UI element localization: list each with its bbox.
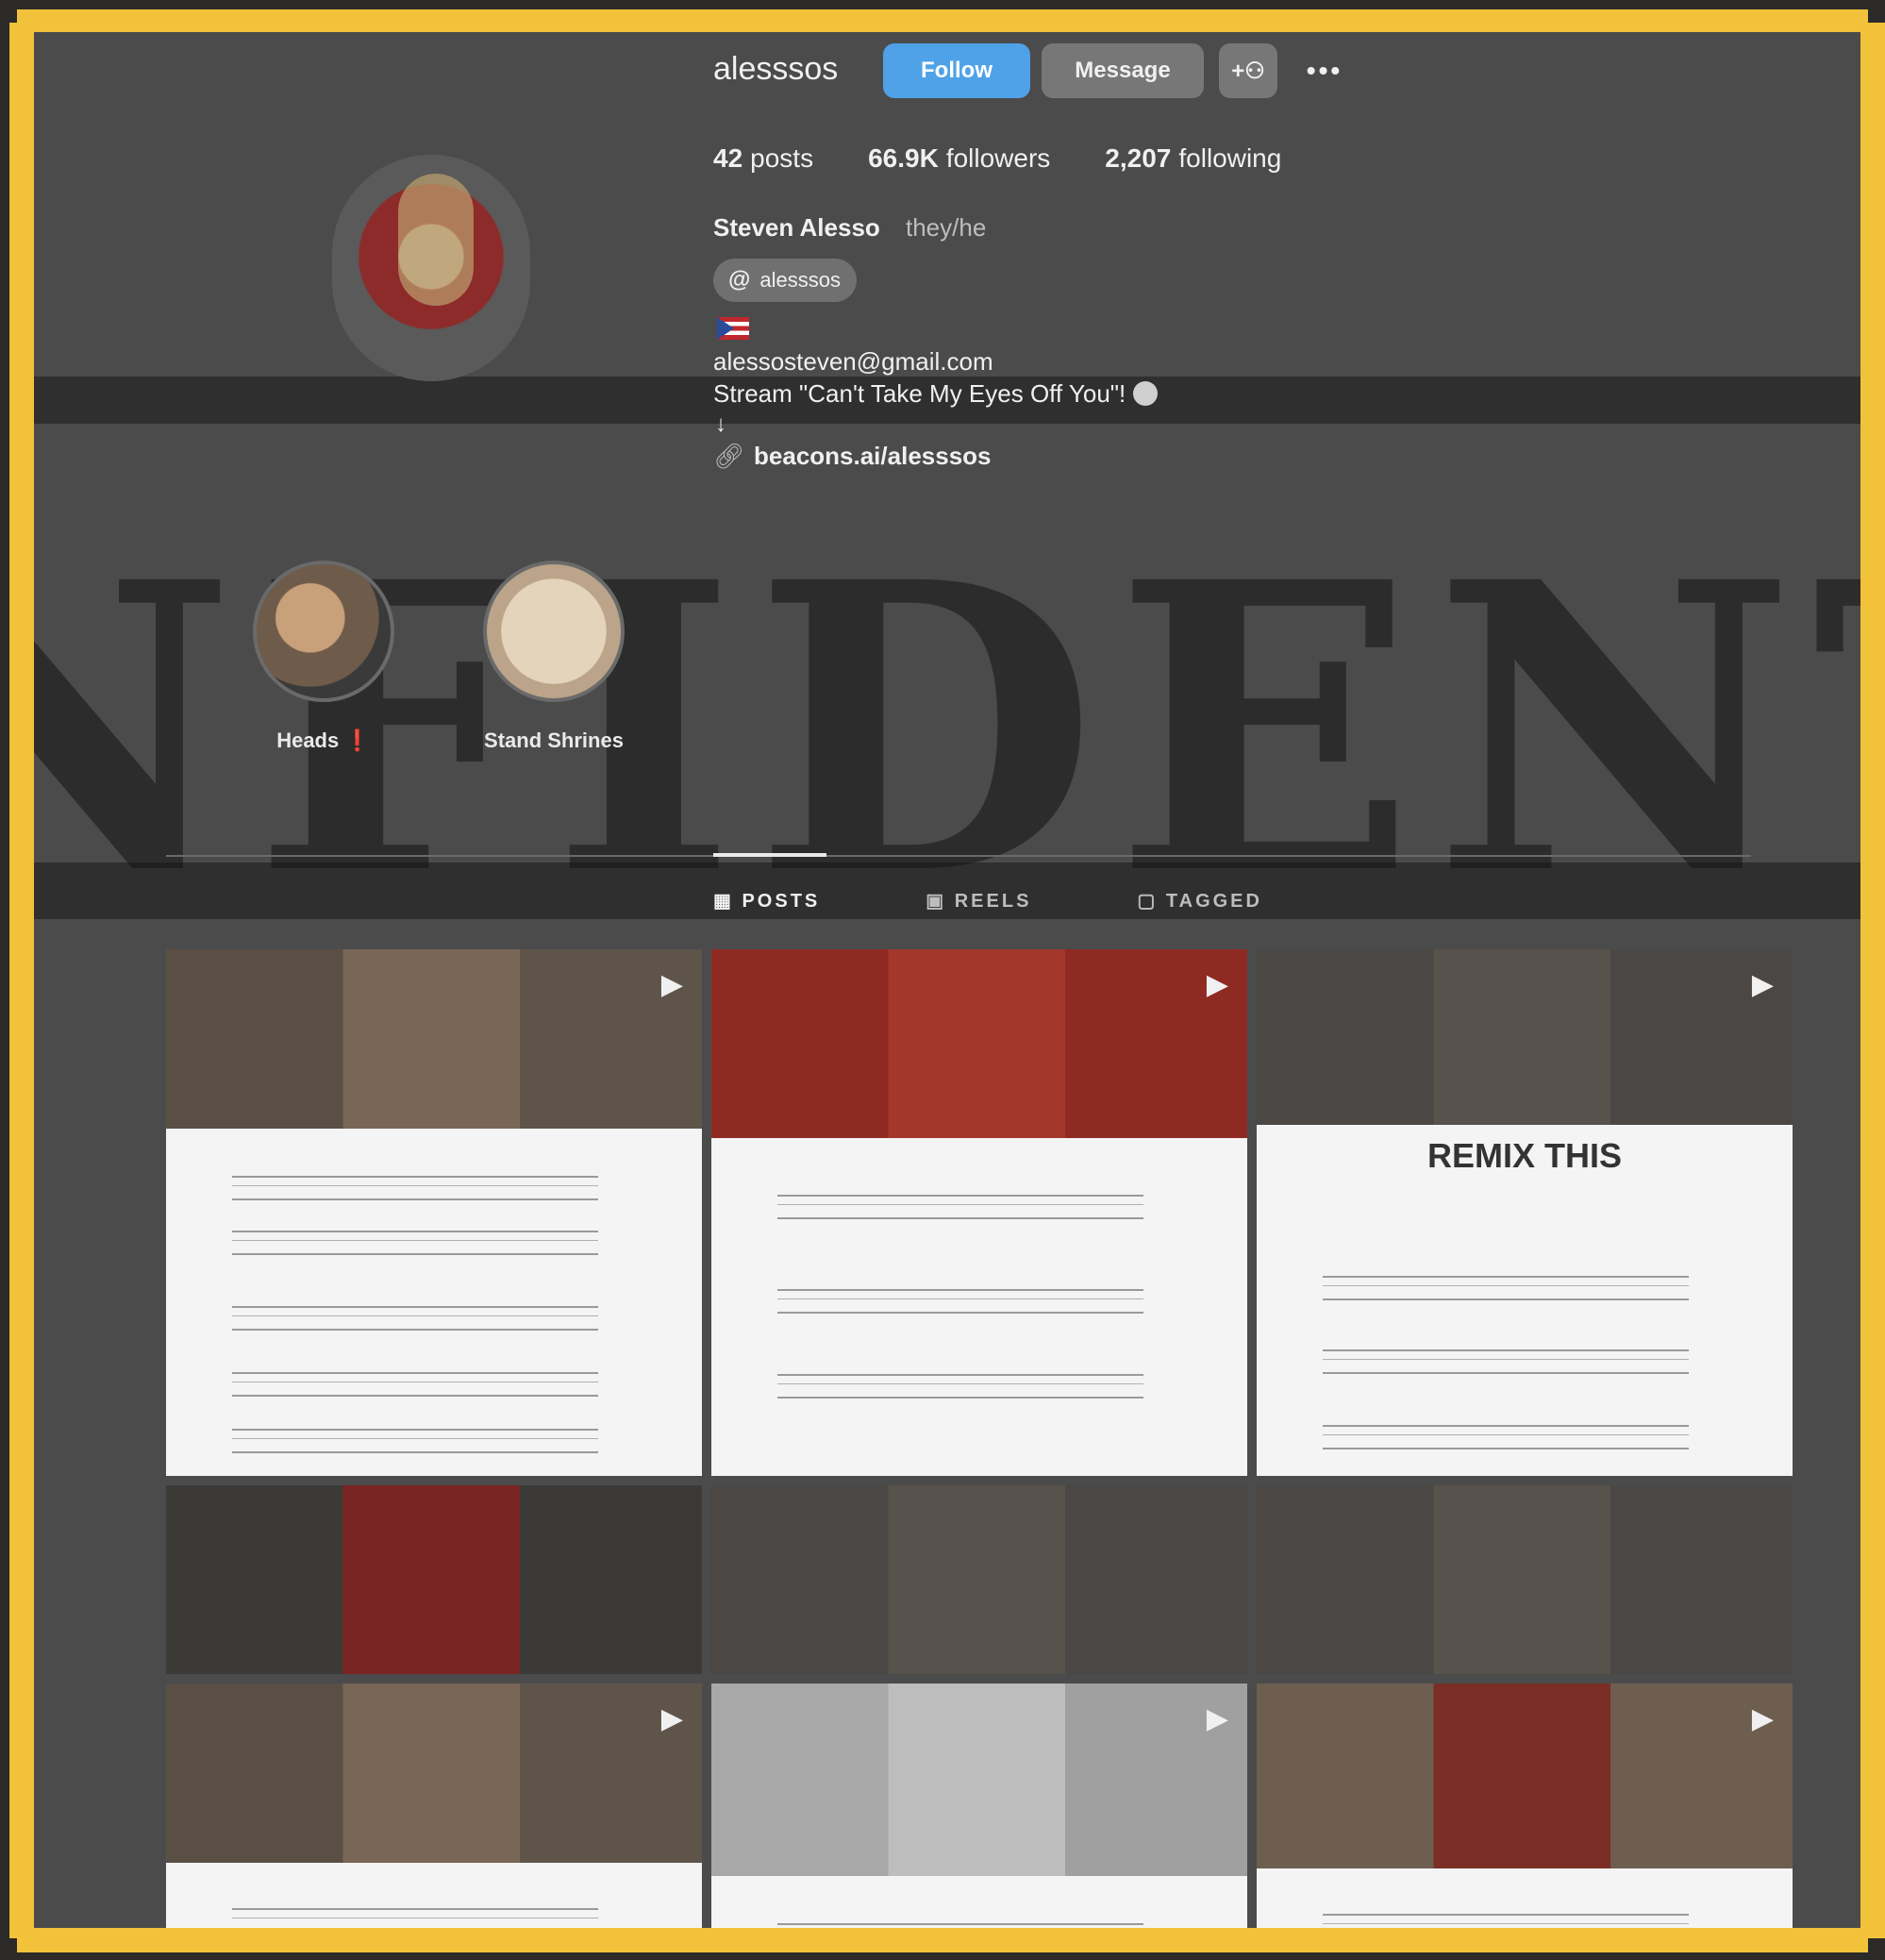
sheet-music bbox=[711, 1138, 1247, 1476]
active-tab-indicator bbox=[713, 853, 826, 857]
reel-icon: ▶ bbox=[1206, 969, 1228, 1000]
add-person-icon: +⚇ bbox=[1231, 58, 1265, 84]
post-thumbnail bbox=[711, 1684, 1247, 1876]
post-tile[interactable]: ▶ bbox=[1257, 1684, 1793, 1928]
grid-icon: ▦ bbox=[713, 891, 734, 912]
tab-tagged[interactable]: ▢ TAGGED bbox=[1137, 889, 1262, 913]
bio-email: alessosteven@gmail.com bbox=[713, 347, 993, 376]
post-tile[interactable]: ▶ bbox=[166, 1684, 702, 1928]
photo-frame: NFIDENT alesssos Follow Message +⚇ ••• 4… bbox=[0, 0, 1885, 1960]
highlight-label: Heads ❗ bbox=[276, 729, 371, 752]
tagged-icon: ▢ bbox=[1137, 891, 1159, 912]
reel-icon: ▶ bbox=[1206, 1703, 1228, 1734]
reel-icon: ▶ bbox=[1751, 969, 1774, 1000]
remix-title: REMIX THIS bbox=[1426, 1136, 1622, 1175]
frame-border-top bbox=[17, 9, 1868, 32]
sheet-music bbox=[711, 1876, 1247, 1928]
reel-icon: ▶ bbox=[660, 1703, 683, 1734]
post-thumbnail bbox=[1257, 949, 1793, 1125]
post-tile[interactable]: ▶ bbox=[166, 949, 702, 1476]
frame-border-right bbox=[1860, 23, 1885, 1938]
frame-border-left bbox=[9, 23, 34, 1938]
post-tile[interactable]: ▶ bbox=[711, 1684, 1247, 1928]
post-tile[interactable]: ▶ bbox=[711, 949, 1247, 1476]
profile-username: alesssos bbox=[713, 51, 839, 87]
follow-button[interactable]: Follow bbox=[883, 43, 1030, 98]
post-tile[interactable] bbox=[1257, 1485, 1793, 1674]
puerto-rico-flag-icon bbox=[717, 317, 749, 340]
sheet-music bbox=[166, 1863, 702, 1928]
highlight-stand-shrines[interactable]: Stand Shrines bbox=[474, 561, 634, 753]
stat-followers[interactable]: 66.9K followers bbox=[868, 143, 1050, 174]
frame-border-bottom bbox=[17, 1928, 1868, 1952]
posts-grid: ▶ ▶ REMIX THIS ▶ ▶ ▶ ▶ bbox=[166, 949, 1793, 1928]
highlight-label: Stand Shrines bbox=[484, 729, 624, 752]
profile-full-name: Steven Alesso bbox=[713, 213, 880, 242]
highlight-heads[interactable]: Heads ❗ bbox=[243, 561, 404, 753]
post-tile[interactable] bbox=[711, 1485, 1247, 1674]
message-button[interactable]: Message bbox=[1042, 43, 1204, 98]
profile-tabs: ▦ POSTS ▣ REELS ▢ TAGGED bbox=[713, 889, 1262, 913]
more-icon: ••• bbox=[1306, 56, 1343, 85]
reel-icon: ▶ bbox=[660, 969, 683, 1000]
stat-following[interactable]: 2,207 following bbox=[1105, 143, 1281, 174]
instagram-profile-screen: NFIDENT alesssos Follow Message +⚇ ••• 4… bbox=[34, 32, 1860, 1928]
tab-divider bbox=[166, 855, 1751, 857]
post-thumbnail bbox=[166, 1684, 702, 1863]
threads-badge[interactable]: @ alesssos bbox=[713, 259, 857, 302]
profile-stats: 42 posts 66.9K followers 2,207 following bbox=[713, 143, 1281, 174]
post-thumbnail bbox=[166, 949, 702, 1129]
more-options-button[interactable]: ••• bbox=[1298, 43, 1351, 98]
post-tile[interactable]: REMIX THIS ▶ bbox=[1257, 949, 1793, 1476]
tab-reels[interactable]: ▣ REELS bbox=[926, 889, 1031, 913]
bio-stream-line: Stream "Can't Take My Eyes Off You"! bbox=[713, 379, 1159, 409]
post-tile[interactable] bbox=[166, 1485, 702, 1674]
post-thumbnail bbox=[1257, 1684, 1793, 1868]
profile-avatar[interactable] bbox=[332, 155, 530, 381]
suggested-accounts-button[interactable]: +⚇ bbox=[1219, 43, 1277, 98]
sheet-music bbox=[166, 1129, 702, 1476]
sheet-music bbox=[1257, 1868, 1793, 1928]
threads-icon: @ bbox=[728, 267, 751, 293]
bio-link[interactable]: 🔗︎ beacons.ai/alesssos bbox=[713, 442, 992, 471]
sheet-music bbox=[1257, 1125, 1793, 1476]
highlight-cover bbox=[483, 561, 625, 702]
stat-posts: 42 posts bbox=[713, 143, 814, 173]
disc-icon bbox=[1133, 381, 1159, 406]
bio-arrow: ↓ bbox=[715, 411, 726, 437]
tab-posts[interactable]: ▦ POSTS bbox=[713, 889, 820, 913]
reel-icon: ▶ bbox=[1751, 1703, 1774, 1734]
link-icon: 🔗︎ bbox=[713, 442, 745, 470]
post-thumbnail bbox=[711, 949, 1247, 1138]
reels-icon: ▣ bbox=[926, 891, 947, 912]
profile-pronouns: they/he bbox=[906, 213, 987, 242]
exclamation-icon: ❗ bbox=[344, 729, 371, 752]
threads-handle: alesssos bbox=[759, 268, 841, 292]
highlight-cover bbox=[253, 561, 394, 702]
